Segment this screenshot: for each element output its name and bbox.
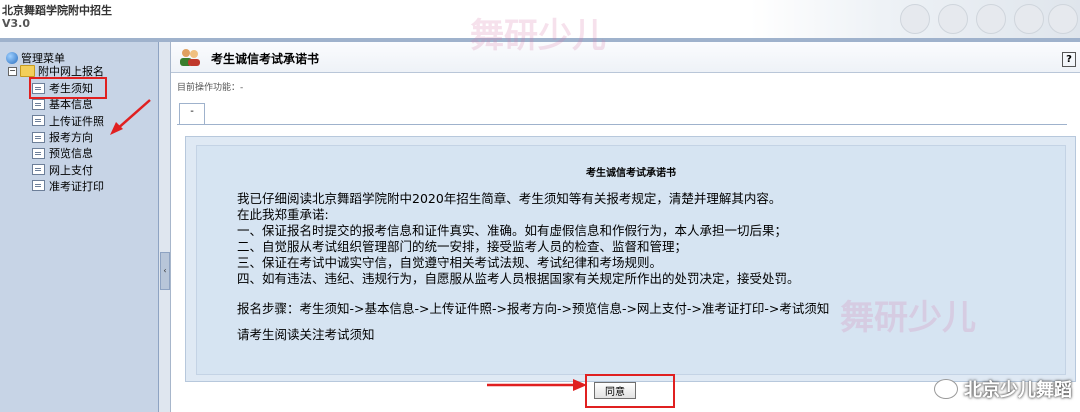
collapse-icon[interactable]: − <box>8 66 17 76</box>
sidebar-item-label: 上传证件照 <box>49 114 104 128</box>
sidebar-item-label: 报考方向 <box>49 131 93 145</box>
current-function-label: 目前操作功能：- <box>177 83 244 93</box>
page-icon <box>32 115 45 127</box>
sidebar-item-exam-notice[interactable]: 考生须知 <box>29 76 107 100</box>
pledge-box: 考生诚信考试承诺书 我已仔细阅读北京舞蹈学院附中2020年招生简章、考生须知等有… <box>196 145 1066 375</box>
notice-text: 请考生阅读关注考试须知 <box>237 327 375 342</box>
page-icon <box>32 131 45 143</box>
annotation-arrow-icon <box>487 379 587 391</box>
folder-open-icon <box>20 65 35 77</box>
panel-header: 考生诚信考试承诺书 ? <box>171 42 1080 73</box>
tab-strip: - <box>177 100 1067 125</box>
pledge-line: 四、如有违法、违纪、违规行为，自愿服从监考人员根据国家有关规定所作出的处罚决定，… <box>237 271 800 286</box>
sidebar-item-label: 预览信息 <box>49 147 93 161</box>
pledge-heading: 考生诚信考试承诺书 <box>586 168 676 179</box>
pledge-line: 在此我郑重承诺: <box>237 207 329 222</box>
watermark-text: 北京少儿舞蹈 <box>964 380 1072 401</box>
pledge-line: 一、保证报名时提交的报考信息和证件真实、准确。如有虚假信息和作假行为，本人承担一… <box>237 223 788 238</box>
annotation-arrow-icon <box>110 99 151 135</box>
sidebar-splitter[interactable]: ‹ <box>159 42 171 412</box>
registration-steps: 报名步骤：考生须知->基本信息->上传证件照->报考方向->预览信息->网上支付… <box>237 301 830 316</box>
app-header: 北京舞蹈学院附中招生 V3.0 <box>0 0 1080 38</box>
page-icon <box>32 164 45 176</box>
pledge-line: 二、自觉服从考试组织管理部门的统一安排，接受监考人员的检查、监督和管理； <box>237 239 688 254</box>
sidebar-item-label: 准考证打印 <box>49 179 104 193</box>
page-icon <box>32 180 45 192</box>
pledge-line: 三、保证在考试中诚实守信，自觉遵守相关考试法规、考试纪律和考场规则。 <box>237 255 663 270</box>
content-frame: 考生诚信考试承诺书 我已仔细阅读北京舞蹈学院附中2020年招生简章、考生须知等有… <box>185 136 1076 382</box>
collapse-handle[interactable]: ‹ <box>160 252 170 290</box>
pledge-body: 我已仔细阅读北京舞蹈学院附中2020年招生简章、考生须知等有关报考规定，清楚并理… <box>237 191 1037 287</box>
pledge-line: 我已仔细阅读北京舞蹈学院附中2020年招生简章、考生须知等有关报考规定，清楚并理… <box>237 191 782 206</box>
wechat-logo-icon <box>934 379 958 399</box>
panel-title: 考生诚信考试承诺书 <box>211 52 320 66</box>
sidebar-item-basic-info[interactable]: 基本信息 <box>32 96 104 112</box>
users-icon <box>180 49 200 66</box>
header-decoration <box>750 0 1080 38</box>
refresh-icon[interactable] <box>1014 4 1044 34</box>
watermark: 北京少儿舞蹈 <box>934 376 1072 402</box>
agree-button[interactable]: 同意 <box>594 382 636 399</box>
sidebar-item-label: 网上支付 <box>49 163 93 177</box>
settings-icon[interactable] <box>938 4 968 34</box>
nav-list: 考生须知 基本信息 上传证件照 报考方向 预览信息 网上支付 准考证打印 <box>29 76 107 194</box>
main-panel: 考生诚信考试承诺书 ? 目前操作功能：- - 考生诚信考试承诺书 我已仔细阅读北… <box>171 42 1080 412</box>
sidebar-item-label: 考生须知 <box>49 82 93 96</box>
sidebar-item-admission-ticket[interactable]: 准考证打印 <box>32 178 104 194</box>
tree-group-label: 附中网上报名 <box>38 65 104 78</box>
app-version: V3.0 <box>2 17 30 30</box>
page-icon <box>32 82 45 94</box>
sidebar: 管理菜单 − 附中网上报名 考生须知 基本信息 上传证件照 报考方向 预览信息 … <box>0 42 159 412</box>
tab-current[interactable]: - <box>179 103 205 124</box>
sidebar-item-label: 基本信息 <box>49 98 93 112</box>
page-icon <box>32 147 45 159</box>
copy-icon[interactable] <box>1048 4 1078 34</box>
sidebar-item-preview[interactable]: 预览信息 <box>32 145 104 161</box>
tree-group[interactable]: − 附中网上报名 <box>8 63 104 79</box>
users-icon[interactable] <box>976 4 1006 34</box>
page-icon <box>32 98 45 110</box>
sidebar-item-payment[interactable]: 网上支付 <box>32 161 104 177</box>
sidebar-item-direction[interactable]: 报考方向 <box>32 129 104 145</box>
sidebar-item-upload-photo[interactable]: 上传证件照 <box>32 113 104 129</box>
app-title: 北京舞蹈学院附中招生 <box>2 4 112 17</box>
help-icon[interactable]: ? <box>1062 52 1076 67</box>
home-icon[interactable] <box>900 4 930 34</box>
